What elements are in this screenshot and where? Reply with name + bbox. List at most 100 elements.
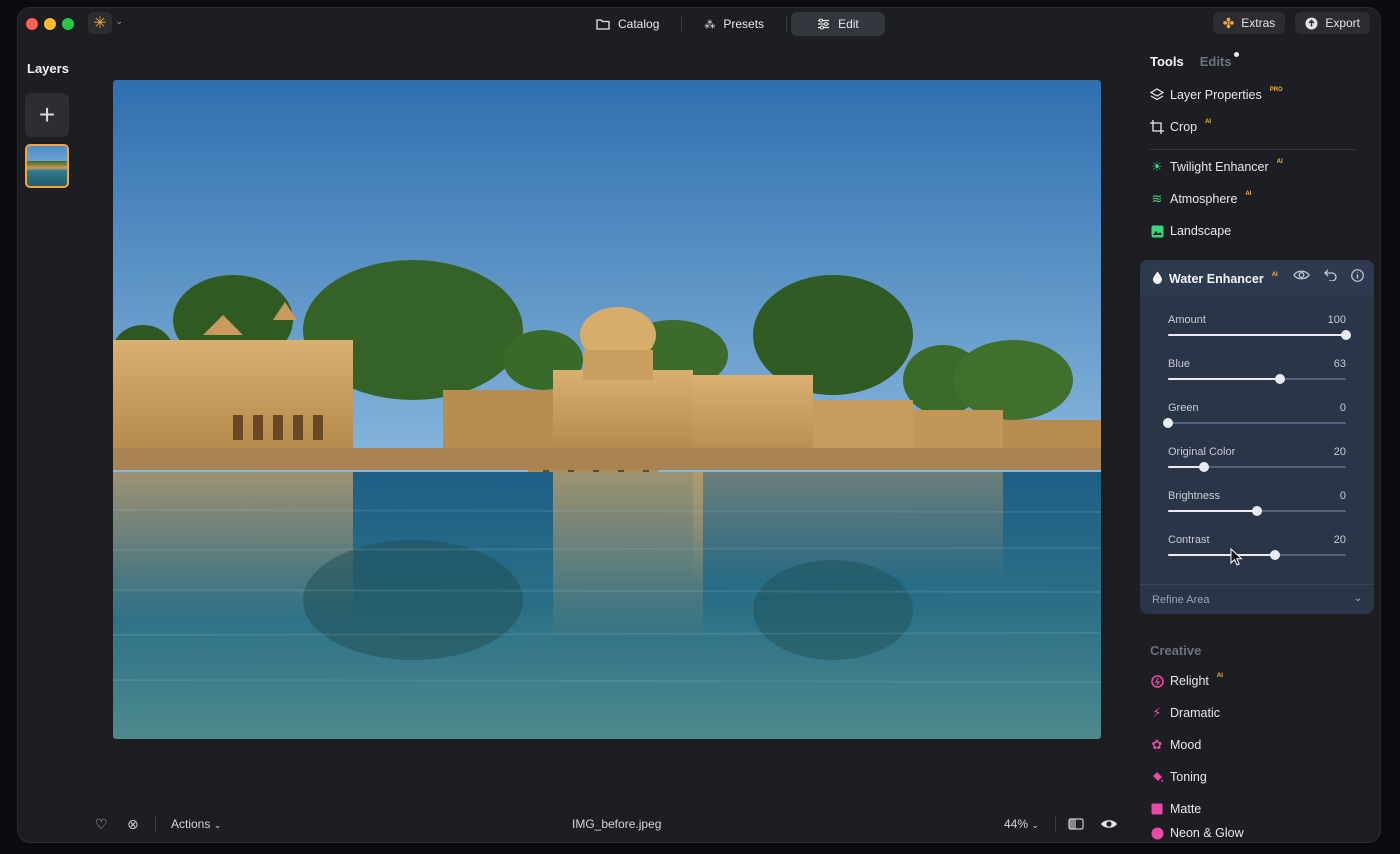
slider-track[interactable] — [1163, 418, 1346, 428]
tools-panel: Tools Edits Layer Properties PRO Crop AI ☀… — [1138, 48, 1380, 842]
ai-tag: AI — [1216, 673, 1223, 679]
mouse-cursor-icon — [1230, 548, 1243, 566]
extras-button[interactable]: ✤ Extras — [1212, 12, 1286, 34]
layer-thumbnail[interactable] — [25, 144, 69, 188]
close-window-button[interactable] — [26, 18, 38, 30]
relight-icon — [1150, 674, 1164, 688]
slider-knob[interactable] — [1341, 330, 1351, 340]
maximize-window-button[interactable] — [62, 18, 74, 30]
toolbar-divider — [155, 816, 156, 832]
slider-value: 20 — [1333, 446, 1346, 458]
slider-label: Original Color — [1168, 446, 1236, 458]
tool-crop[interactable]: Crop AI — [1150, 119, 1211, 134]
pro-tag: PRO — [1269, 87, 1283, 93]
info-icon[interactable] — [1351, 269, 1364, 285]
tool-mood[interactable]: ✿ Mood — [1150, 737, 1202, 752]
slider-label: Blue — [1168, 358, 1191, 370]
slider-amount[interactable]: Amount 100 — [1168, 314, 1351, 340]
visibility-eye-icon[interactable] — [1293, 269, 1310, 285]
slider-knob[interactable] — [1252, 506, 1262, 516]
sparkle-icon: ⁂ — [704, 18, 716, 31]
slider-track[interactable] — [1168, 330, 1351, 340]
landscape-photo — [113, 80, 1101, 739]
photo-canvas[interactable] — [113, 80, 1101, 739]
section-divider — [1150, 149, 1356, 150]
actions-label: Actions — [171, 817, 211, 831]
slider-track[interactable] — [1168, 506, 1346, 516]
flower-icon: ✿ — [1151, 737, 1163, 752]
slider-blue[interactable]: Blue 63 — [1168, 358, 1346, 384]
slider-contrast[interactable]: Contrast 20 — [1168, 534, 1346, 560]
slider-label: Amount — [1168, 314, 1206, 326]
slider-knob[interactable] — [1269, 550, 1280, 560]
tool-layer-properties[interactable]: Layer Properties PRO — [1150, 87, 1283, 102]
folder-icon — [596, 19, 610, 30]
ai-tag: AI — [1245, 191, 1252, 197]
slider-track[interactable] — [1168, 374, 1346, 384]
export-label: Export — [1325, 16, 1360, 30]
undo-icon[interactable] — [1324, 269, 1337, 285]
tool-atmosphere[interactable]: ≋ Atmosphere AI — [1150, 191, 1252, 206]
tool-landscape[interactable]: Landscape — [1150, 224, 1231, 238]
slider-track[interactable] — [1168, 462, 1346, 472]
tool-twilight-enhancer[interactable]: ☀ Twilight Enhancer AI — [1150, 159, 1283, 174]
slider-label: Brightness — [1168, 490, 1220, 502]
slider-knob[interactable] — [1163, 418, 1173, 428]
slider-brightness[interactable]: Brightness 0 — [1168, 490, 1346, 516]
water-drop-icon — [1152, 271, 1163, 287]
slider-fill — [1168, 554, 1275, 556]
circle-icon — [1150, 826, 1164, 840]
tool-neon-glow[interactable]: Neon & Glow — [1150, 826, 1244, 840]
slider-value: 20 — [1333, 534, 1346, 546]
layers-title: Layers — [27, 61, 69, 76]
nav-catalog[interactable]: Catalog — [578, 12, 677, 36]
nav-presets-label: Presets — [723, 17, 765, 31]
titlebar-actions: ✤ Extras Export — [1212, 12, 1370, 34]
ai-tag: AI — [1271, 272, 1278, 278]
waves-icon: ≋ — [1151, 191, 1163, 206]
refine-area-row[interactable]: Refine Area ⌄ — [1140, 584, 1374, 614]
panel-tabs: Tools Edits — [1150, 52, 1239, 69]
eye-icon[interactable] — [1100, 817, 1118, 833]
nav-presets[interactable]: ⁂ Presets — [686, 12, 782, 36]
tool-label: Mood — [1170, 738, 1202, 752]
chevron-down-icon[interactable]: ⌄ — [115, 16, 123, 27]
export-icon — [1305, 17, 1318, 29]
slider-value: 100 — [1327, 314, 1346, 326]
tool-dramatic[interactable]: ⚡ Dramatic — [1150, 705, 1220, 720]
reject-icon[interactable]: ⊗ — [127, 816, 139, 833]
tab-edits-label: Edits — [1199, 54, 1232, 69]
nav-divider — [681, 17, 683, 31]
water-enhancer-header[interactable]: Water Enhancer AI — [1140, 260, 1374, 296]
slider-knob[interactable] — [1198, 462, 1209, 472]
tool-label: Landscape — [1170, 224, 1232, 238]
tab-edits[interactable]: Edits — [1199, 52, 1239, 69]
app-menu-button[interactable]: ✳ — [88, 12, 112, 34]
actions-menu[interactable]: Actions ⌄ — [171, 817, 221, 831]
tool-toning[interactable]: Toning — [1150, 770, 1207, 784]
slider-knob[interactable] — [1275, 374, 1286, 384]
crop-icon — [1150, 120, 1164, 134]
minimize-window-button[interactable] — [44, 18, 56, 30]
ai-tag: AI — [1276, 159, 1283, 165]
main-nav: Catalog ⁂ Presets Edit — [578, 11, 885, 37]
compare-icon[interactable] — [1068, 817, 1084, 833]
filename: IMG_before.jpeg — [572, 817, 662, 831]
tool-label: Atmosphere — [1170, 192, 1238, 206]
heart-icon[interactable]: ♡ — [95, 816, 108, 833]
tool-label: Layer Properties — [1170, 88, 1262, 102]
slider-value: 0 — [1339, 402, 1346, 414]
slider-track[interactable] — [1168, 550, 1346, 560]
tool-matte[interactable]: Matte — [1150, 802, 1201, 816]
slider-label: Green — [1168, 402, 1199, 414]
zoom-menu[interactable]: 44% ⌄ — [1004, 817, 1039, 831]
slider-green[interactable]: Green 0 — [1163, 402, 1346, 428]
tab-tools[interactable]: Tools — [1150, 54, 1184, 69]
slider-original-color[interactable]: Original Color 20 — [1168, 446, 1346, 472]
add-layer-button[interactable]: + — [25, 93, 69, 137]
edits-indicator-dot — [1233, 52, 1239, 57]
export-button[interactable]: Export — [1295, 12, 1370, 34]
tool-relight[interactable]: Relight AI — [1150, 673, 1223, 688]
nav-edit[interactable]: Edit — [791, 12, 885, 36]
tool-label: Twilight Enhancer — [1170, 160, 1269, 174]
